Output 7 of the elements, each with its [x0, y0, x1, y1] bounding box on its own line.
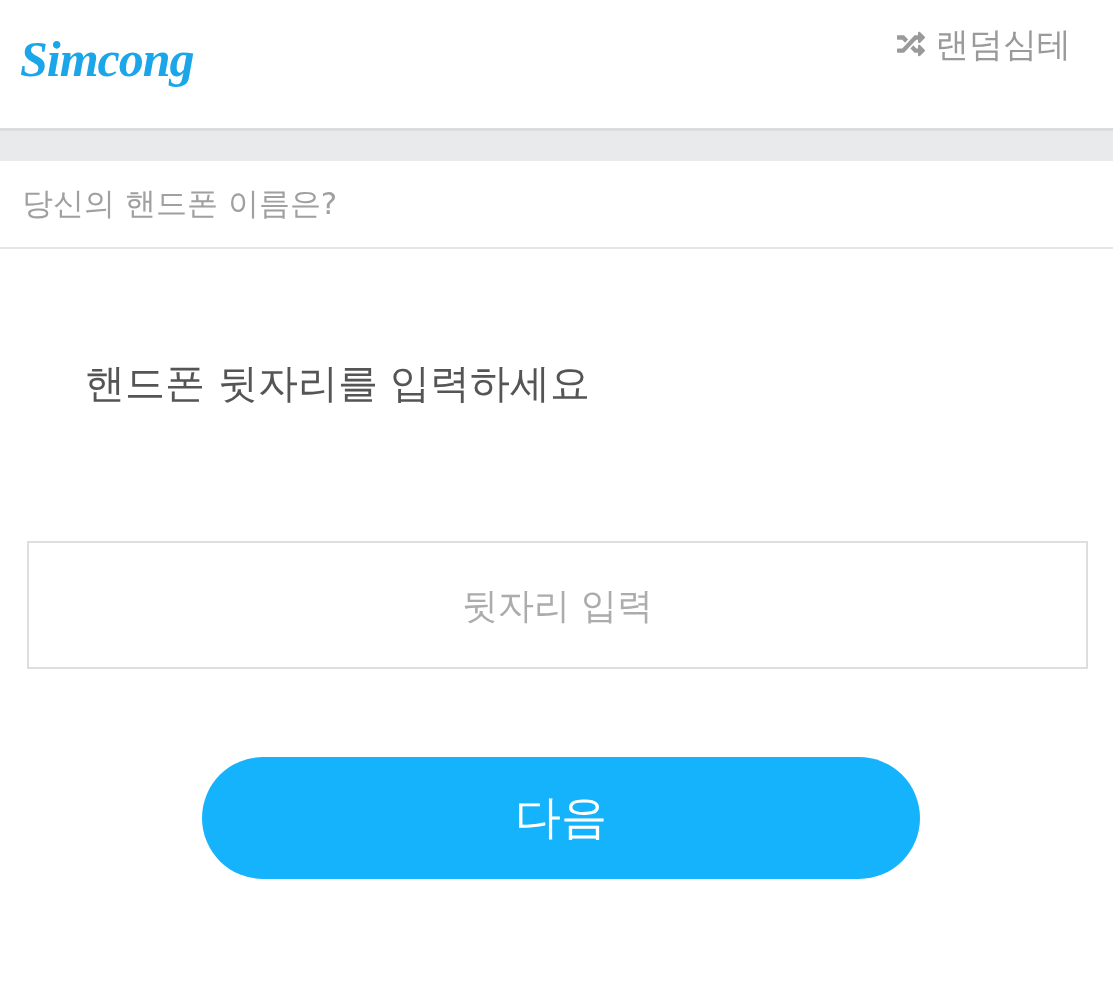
question-text: 당신의 핸드폰 이름은? — [22, 184, 338, 223]
logo: Simcong — [20, 32, 194, 87]
next-button[interactable]: 다음 — [202, 757, 920, 879]
input-field[interactable]: 뒷자리 입력 — [27, 541, 1088, 669]
shuffle-icon — [897, 30, 925, 59]
random-link[interactable]: 랜덤심테 — [897, 24, 1071, 65]
prompt-heading: 핸드폰 뒷자리를 입력하세요 — [85, 359, 591, 408]
